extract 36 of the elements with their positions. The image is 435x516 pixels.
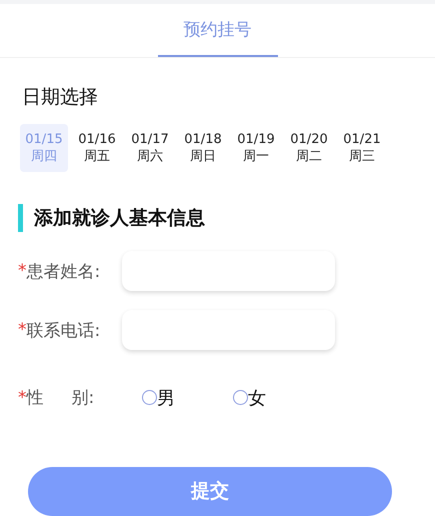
weekday-text: 周二 — [296, 148, 322, 166]
date-option[interactable]: 01/20 周二 — [285, 124, 333, 172]
input-field[interactable] — [122, 310, 335, 350]
weekday-text: 周五 — [84, 148, 110, 166]
date-text: 01/19 — [237, 131, 275, 148]
date-text: 01/18 — [184, 131, 222, 148]
date-option[interactable]: 01/21 周三 — [338, 124, 386, 172]
field-label: 患者姓名: — [26, 260, 100, 283]
weekday-text: 周三 — [349, 148, 375, 166]
field-label: 联系电话: — [26, 320, 100, 342]
weekday-text: 周六 — [137, 148, 163, 166]
required-mark: * — [18, 320, 26, 340]
radio-label: 女 — [248, 386, 266, 410]
weekday-text: 周日 — [190, 148, 216, 166]
required-mark: * — [18, 388, 26, 408]
section-heading: 添加就诊人基本信息 — [34, 206, 205, 232]
weekday-text: 周四 — [31, 148, 57, 166]
date-text: 01/17 — [131, 131, 169, 148]
date-text: 01/21 — [343, 131, 381, 148]
date-option[interactable]: 01/17 周六 — [126, 124, 174, 172]
date-option[interactable]: 01/16 周五 — [73, 124, 121, 172]
date-text: 01/15 — [25, 131, 63, 148]
section-title: 日期选择 — [22, 85, 99, 110]
radio-button[interactable] — [233, 390, 248, 406]
date-option[interactable]: 01/18 周日 — [179, 124, 227, 172]
accent-bar — [18, 204, 23, 232]
radio-button[interactable] — [142, 390, 157, 406]
radio-label: 男 — [157, 386, 175, 410]
date-text: 01/16 — [78, 131, 116, 148]
input-field[interactable] — [122, 251, 335, 292]
date-option[interactable]: 01/19 周一 — [232, 124, 280, 172]
date-text: 01/20 — [290, 131, 328, 148]
field-label: 别: — [72, 387, 94, 410]
field-label: 性 — [26, 387, 44, 410]
weekday-text: 周一 — [243, 148, 269, 166]
required-mark: * — [18, 261, 26, 282]
